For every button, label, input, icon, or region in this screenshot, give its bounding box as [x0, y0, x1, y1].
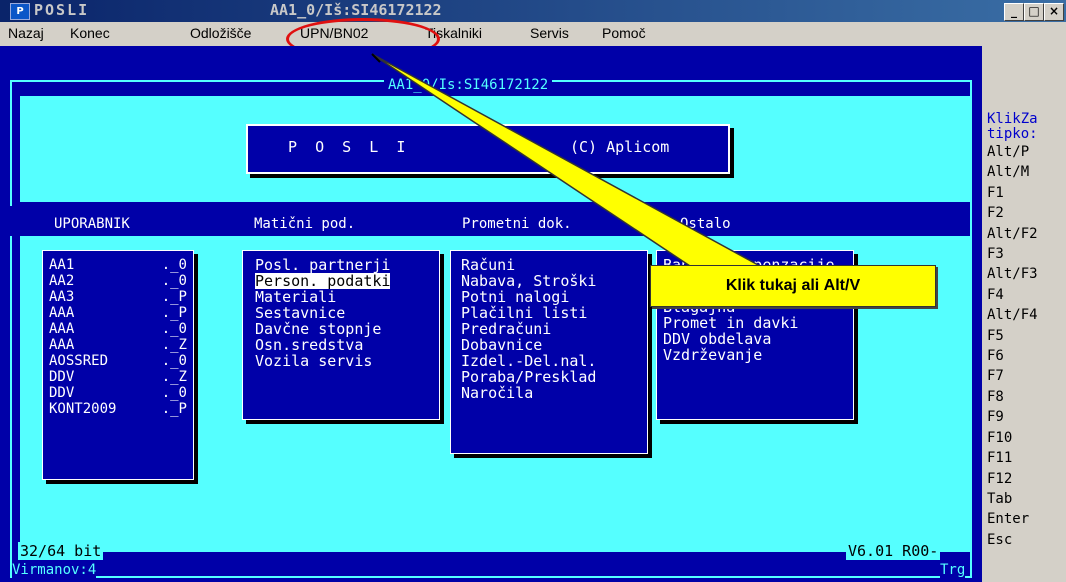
callout-text: Klik tukaj ali [725, 277, 824, 294]
callout-shortcut: Alt/V [823, 277, 861, 294]
callout-box: Klik tukaj ali Alt/V [650, 265, 936, 307]
